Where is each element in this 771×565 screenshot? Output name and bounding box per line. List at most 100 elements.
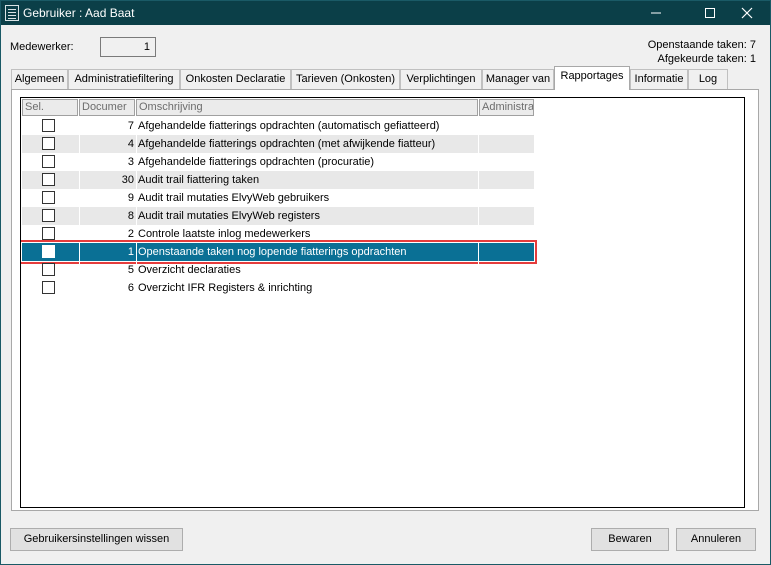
select-checkbox[interactable]	[42, 227, 55, 240]
sel-cell	[22, 171, 79, 189]
document-number: 6	[127, 282, 134, 294]
maximize-icon	[705, 8, 715, 18]
select-checkbox[interactable]	[42, 245, 55, 258]
medewerker-label: Medewerker:	[10, 41, 74, 53]
document-number: 5	[127, 264, 134, 276]
column-divider	[136, 153, 137, 171]
select-checkbox[interactable]	[42, 263, 55, 276]
column-header-sel[interactable]: Sel.	[22, 99, 78, 116]
window-title: Gebruiker : Aad Baat	[23, 6, 135, 20]
select-checkbox[interactable]	[42, 137, 55, 150]
report-description: Audit trail mutaties ElvyWeb registers	[138, 210, 320, 222]
document-number: 3	[127, 156, 134, 168]
task-stats: Openstaande taken: 7 Afgekeurde taken: 1	[648, 38, 756, 66]
reports-grid[interactable]: Sel. Documer Omschrijving Administra 7 A…	[20, 97, 745, 508]
document-number: 7	[127, 120, 134, 132]
sel-cell	[22, 225, 79, 243]
administratie-cell	[478, 243, 534, 261]
table-row[interactable]: 6 Overzicht IFR Registers & inrichting	[22, 279, 534, 297]
report-description: Afgehandelde fiatterings opdrachten (aut…	[138, 120, 440, 132]
minimize-icon	[651, 12, 661, 14]
administratie-cell	[478, 171, 534, 189]
report-description: Overzicht IFR Registers & inrichting	[138, 282, 313, 294]
table-row[interactable]: 9 Audit trail mutaties ElvyWeb gebruiker…	[22, 189, 534, 207]
administratie-cell	[478, 153, 534, 171]
column-divider	[136, 135, 137, 153]
rapportages-panel: Sel. Documer Omschrijving Administra 7 A…	[11, 89, 759, 511]
report-description: Openstaande taken nog lopende fiattering…	[138, 246, 407, 258]
report-description: Controle laatste inlog medewerkers	[138, 228, 311, 240]
tab-administratiefiltering[interactable]: Administratiefiltering	[68, 69, 180, 89]
tab-log[interactable]: Log	[688, 69, 728, 89]
table-row[interactable]: 5 Overzicht declaraties	[22, 261, 534, 279]
document-number: 8	[127, 210, 134, 222]
document-number: 30	[121, 174, 134, 186]
save-button[interactable]: Bewaren	[591, 528, 669, 551]
column-divider	[136, 279, 137, 297]
column-divider	[136, 171, 137, 189]
cancel-button[interactable]: Annuleren	[676, 528, 756, 551]
title-bar[interactable]: Gebruiker : Aad Baat	[1, 1, 770, 25]
report-description: Audit trail fiattering taken	[138, 174, 260, 186]
document-number: 2	[127, 228, 134, 240]
document-number: 4	[127, 138, 134, 150]
administratie-cell	[478, 207, 534, 225]
table-row[interactable]: 4 Afgehandelde fiatterings opdrachten (m…	[22, 135, 534, 153]
column-header-document[interactable]: Documer	[79, 99, 135, 116]
medewerker-field[interactable]: 1	[100, 37, 156, 57]
close-icon	[741, 7, 753, 19]
select-checkbox[interactable]	[42, 155, 55, 168]
tab-algemeen[interactable]: Algemeen	[11, 69, 68, 89]
tab-manager-van[interactable]: Manager van	[482, 69, 554, 89]
tab-verplichtingen[interactable]: Verplichtingen	[400, 69, 482, 89]
sel-cell	[22, 117, 79, 135]
sel-cell	[22, 207, 79, 225]
select-checkbox[interactable]	[42, 191, 55, 204]
table-row[interactable]: 3 Afgehandelde fiatterings opdrachten (p…	[22, 153, 534, 171]
user-dialog-window: Gebruiker : Aad Baat Medewerker: 1 Opens…	[0, 0, 771, 565]
table-row[interactable]: 30 Audit trail fiattering taken	[22, 171, 534, 189]
column-divider	[136, 243, 137, 261]
table-row[interactable]: 8 Audit trail mutaties ElvyWeb registers	[22, 207, 534, 225]
report-description: Audit trail mutaties ElvyWeb gebruikers	[138, 192, 330, 204]
sel-cell	[22, 261, 79, 279]
column-divider	[136, 189, 137, 207]
tab-tarieven-onkosten[interactable]: Tarieven (Onkosten)	[291, 69, 400, 89]
document-icon	[5, 5, 19, 21]
minimize-button[interactable]	[633, 1, 679, 25]
select-checkbox[interactable]	[42, 209, 55, 222]
column-header-administratie[interactable]: Administra	[479, 99, 534, 116]
table-row-selected[interactable]: 1 Openstaande taken nog lopende fiatteri…	[21, 240, 537, 264]
administratie-cell	[478, 279, 534, 297]
column-divider	[136, 117, 137, 135]
sel-cell	[22, 189, 79, 207]
select-checkbox[interactable]	[42, 281, 55, 294]
table-row[interactable]: 7 Afgehandelde fiatterings opdrachten (a…	[22, 117, 534, 135]
document-number: 1	[127, 246, 134, 258]
select-checkbox[interactable]	[42, 119, 55, 132]
select-checkbox[interactable]	[42, 173, 55, 186]
document-number: 9	[127, 192, 134, 204]
close-button[interactable]	[724, 1, 770, 25]
column-divider	[136, 225, 137, 243]
tab-onkosten-declaratie[interactable]: Onkosten Declaratie	[180, 69, 291, 89]
report-description: Overzicht declaraties	[138, 264, 241, 276]
tab-informatie[interactable]: Informatie	[630, 69, 688, 89]
report-description: Afgehandelde fiatterings opdrachten (met…	[138, 138, 436, 150]
report-description: Afgehandelde fiatterings opdrachten (pro…	[138, 156, 375, 168]
sel-cell	[22, 135, 79, 153]
column-divider	[136, 261, 137, 279]
table-row[interactable]: 2 Controle laatste inlog medewerkers	[22, 225, 534, 243]
sel-cell	[22, 153, 79, 171]
column-divider	[136, 207, 137, 225]
administratie-cell	[478, 225, 534, 243]
reset-settings-button[interactable]: Gebruikersinstellingen wissen	[10, 528, 183, 551]
administratie-cell	[478, 117, 534, 135]
administratie-cell	[478, 261, 534, 279]
administratie-cell	[478, 189, 534, 207]
column-header-omschrijving[interactable]: Omschrijving	[136, 99, 478, 116]
tab-rapportages[interactable]: Rapportages	[554, 66, 630, 90]
sel-cell	[22, 243, 79, 261]
sel-cell	[22, 279, 79, 297]
openstaande-taken: Openstaande taken: 7	[647, 39, 756, 51]
